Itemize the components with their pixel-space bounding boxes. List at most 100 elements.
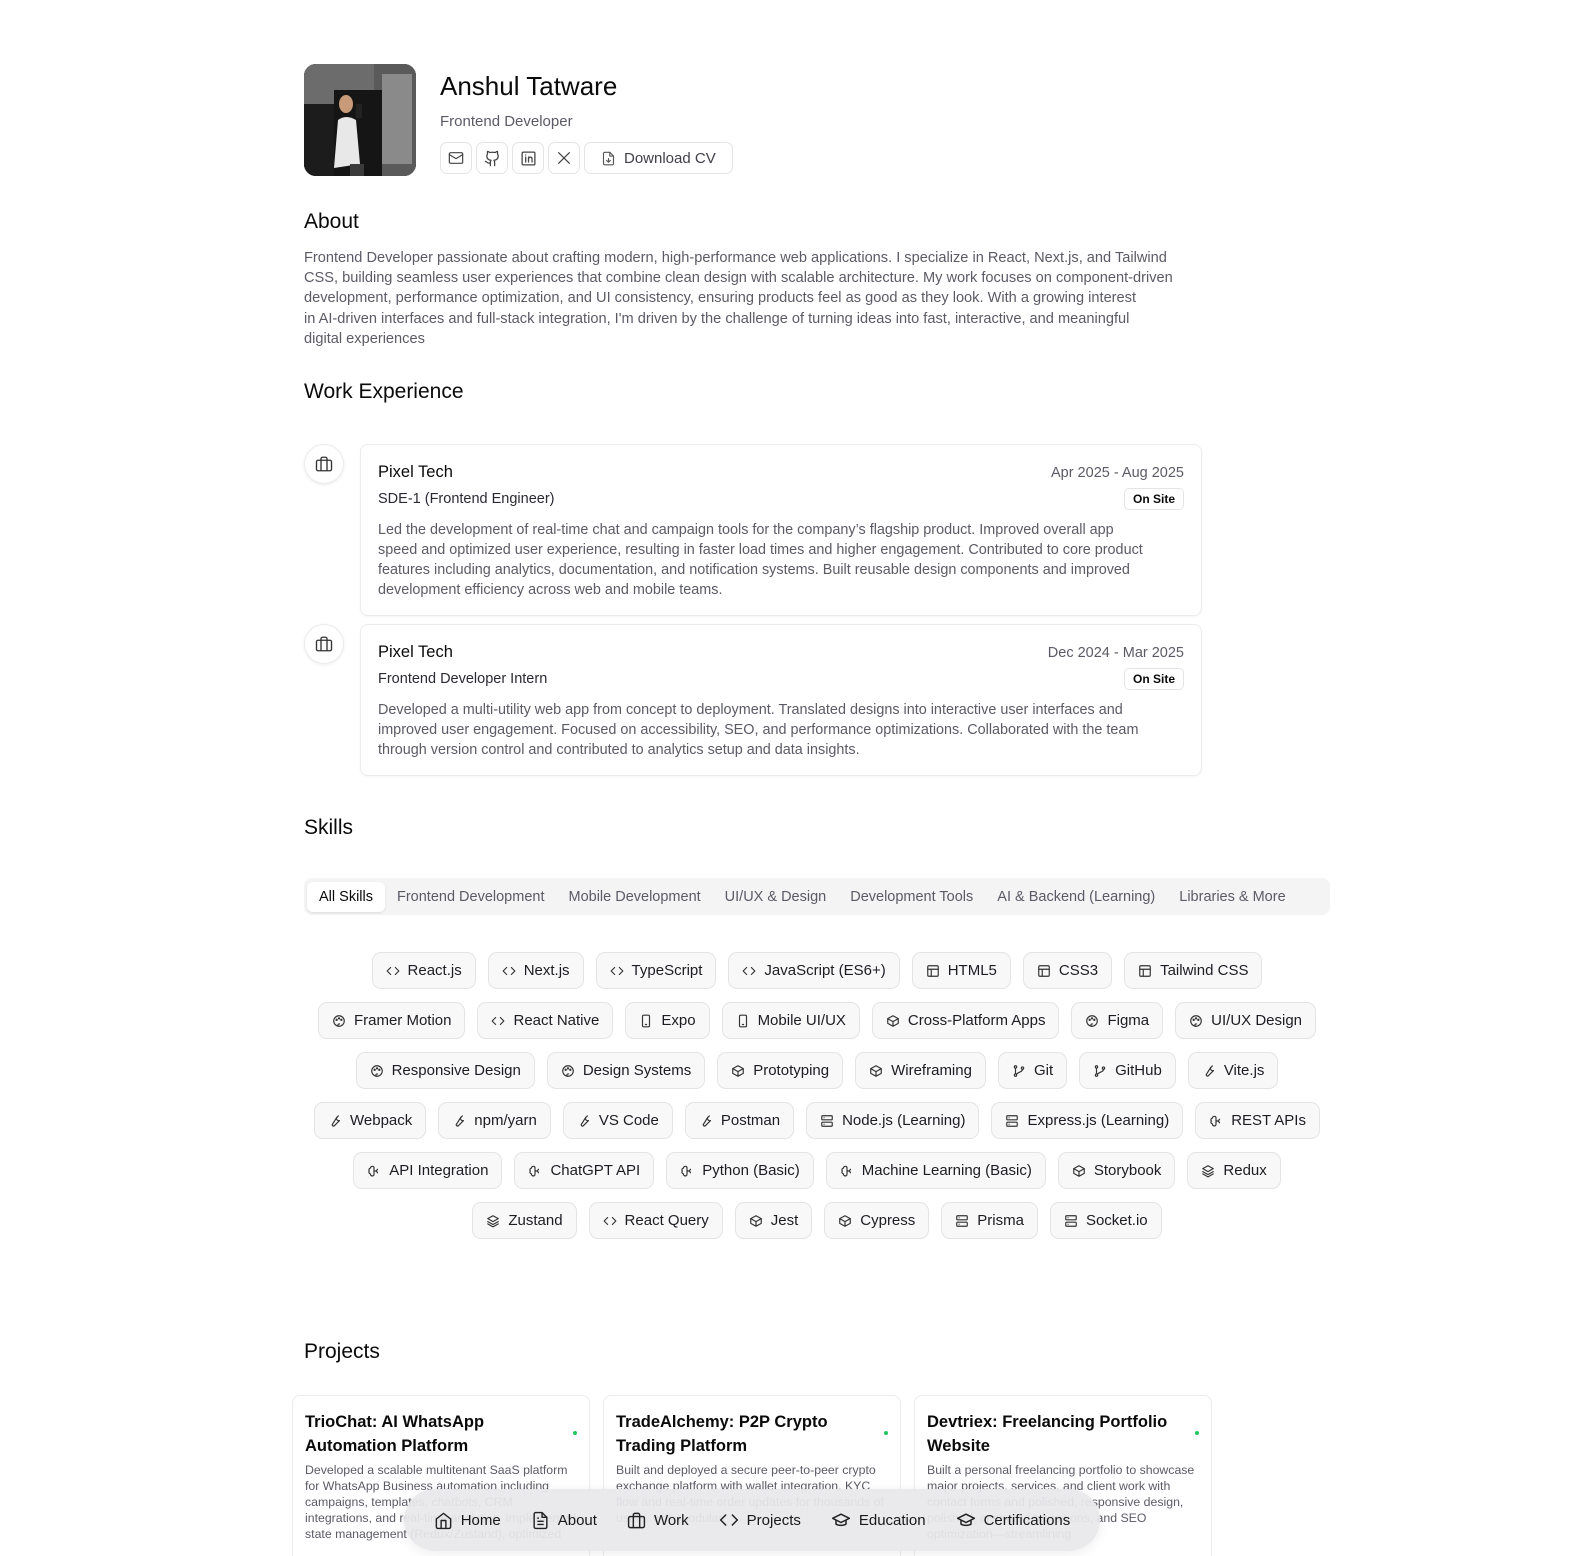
skill-chip: VS Code [562, 1102, 673, 1139]
skill-chip: Expo [625, 1002, 710, 1039]
code-icon [610, 966, 623, 975]
skill-label: npm/yarn [474, 1112, 537, 1129]
box-icon [887, 1014, 899, 1027]
server-icon [1065, 1214, 1077, 1227]
skill-label: VS Code [598, 1112, 659, 1129]
tab-mobile-development[interactable]: Mobile Development [556, 882, 712, 912]
skills-list: React.js Next.js TypeScript JavaScript (ES6… [304, 952, 1330, 1239]
skill-label: ChatGPT API [550, 1162, 641, 1179]
skills-title: Skills [304, 816, 354, 839]
skill-chip: UI/UX Design [1175, 1002, 1317, 1039]
dock-home[interactable]: Home [426, 1511, 509, 1530]
skill-chip: Wireframing [855, 1052, 986, 1089]
skill-chip: JavaScript (ES6+) [728, 952, 900, 989]
work-position: Frontend Developer Intern [378, 671, 548, 687]
palette-icon [562, 1064, 574, 1077]
dock-about-label: About [557, 1511, 597, 1529]
skill-label: Socket.io [1085, 1212, 1148, 1229]
skill-chip: Responsive Design [355, 1052, 535, 1089]
skill-label: Zustand [508, 1212, 563, 1229]
box-icon [839, 1214, 852, 1227]
status-dot [573, 1431, 577, 1435]
tab-ui-ux-design[interactable]: UI/UX & Design [713, 882, 839, 912]
status-dot [884, 1431, 888, 1435]
tab-libraries-more[interactable]: Libraries & More [1167, 882, 1297, 912]
project-title: TrioChat: AI WhatsApp Automation Platfor… [305, 1413, 485, 1455]
linkedin-button[interactable] [512, 142, 544, 174]
dock-home-label: Home [460, 1511, 501, 1529]
skill-chip: Prisma [941, 1202, 1038, 1239]
skill-chip: Express.js (Learning) [991, 1102, 1184, 1139]
skill-chip: Jest [734, 1202, 813, 1239]
dock-work[interactable]: Work [619, 1511, 697, 1530]
tab-frontend-development[interactable]: Frontend Development [385, 882, 557, 912]
skill-chip: npm/yarn [438, 1102, 551, 1139]
phone-icon [642, 1014, 651, 1027]
tab-development-tools[interactable]: Development Tools [838, 882, 985, 912]
skill-label: Jest [770, 1212, 799, 1229]
layers-icon [1202, 1164, 1215, 1177]
email-button[interactable] [440, 142, 472, 174]
skill-chip: Zustand [472, 1202, 577, 1239]
skill-label: Storybook [1093, 1162, 1162, 1179]
avatar [304, 64, 416, 176]
skill-chip: Socket.io [1049, 1202, 1162, 1239]
tab-ai-backend[interactable]: AI & Backend (Learning) [985, 882, 1167, 912]
tab-all-skills[interactable]: All Skills [307, 881, 385, 912]
code-icon [386, 966, 399, 975]
dock-projects[interactable]: Projects [711, 1510, 809, 1530]
skill-chip: React Query [588, 1202, 723, 1239]
skill-label: React.js [407, 962, 462, 979]
briefcase-icon [315, 636, 333, 652]
skill-label: API Integration [389, 1162, 489, 1179]
palette-icon [370, 1064, 383, 1077]
status-dot [1195, 1431, 1199, 1435]
brain-icon [529, 1165, 540, 1177]
work-location-badge: On Site [1123, 668, 1184, 690]
dock-certifications[interactable]: Certifications [948, 1510, 1079, 1530]
skill-chip: Redux [1187, 1152, 1281, 1189]
dock-education[interactable]: Education [823, 1510, 934, 1530]
box-icon [749, 1214, 762, 1227]
skill-label: JavaScript (ES6+) [764, 962, 886, 979]
skill-chip: Vite.js [1187, 1052, 1279, 1089]
skill-label: Expo [661, 1012, 696, 1029]
download-cv-button[interactable]: Download CV [584, 142, 733, 174]
server-icon [956, 1214, 969, 1227]
work-position: SDE-1 (Frontend Engineer) [378, 491, 555, 507]
wrench-icon [1205, 1064, 1214, 1077]
box-icon [1073, 1164, 1085, 1177]
skill-label: Responsive Design [391, 1062, 521, 1079]
skill-label: Express.js (Learning) [1027, 1112, 1170, 1129]
dock-education-label: Education [858, 1511, 926, 1529]
palette-icon [1190, 1014, 1202, 1027]
dock-about[interactable]: About [523, 1511, 605, 1530]
work-company: Pixel Tech [378, 463, 453, 481]
work-company: Pixel Tech [378, 643, 453, 661]
skill-label: Wireframing [891, 1062, 972, 1079]
skill-label: Mobile UI/UX [757, 1012, 846, 1029]
branch-icon [1013, 1064, 1025, 1077]
work-card: Pixel Tech Dec 2024 - Mar 2025 Frontend … [360, 624, 1202, 776]
work-description: Developed a multi-utility web app from c… [378, 702, 1139, 759]
work-dates: Apr 2025 - Aug 2025 [1050, 464, 1184, 481]
skill-label: Prisma [977, 1212, 1024, 1229]
palette-icon [333, 1014, 345, 1027]
code-icon [719, 1514, 738, 1526]
github-button[interactable] [476, 142, 508, 174]
skill-chip: Next.js [487, 952, 584, 989]
box-icon [732, 1064, 745, 1077]
skill-chip: Webpack [314, 1102, 427, 1139]
skill-label: Figma [1107, 1012, 1150, 1029]
dock-certifications-label: Certifications [983, 1511, 1071, 1529]
x-button[interactable] [548, 142, 580, 174]
brain-icon [681, 1165, 692, 1177]
code-icon [603, 1216, 616, 1225]
about-text: Frontend Developer passionate about craf… [304, 250, 1173, 347]
skill-chip: GitHub [1079, 1052, 1176, 1089]
work-description: Led the development of real-time chat an… [378, 522, 1143, 599]
skill-label: React Query [624, 1212, 709, 1229]
skill-label: Next.js [523, 962, 570, 979]
skills-tabs: All Skills Frontend Development Mobile D… [304, 878, 1330, 915]
skill-chip: Machine Learning (Basic) [825, 1152, 1046, 1189]
